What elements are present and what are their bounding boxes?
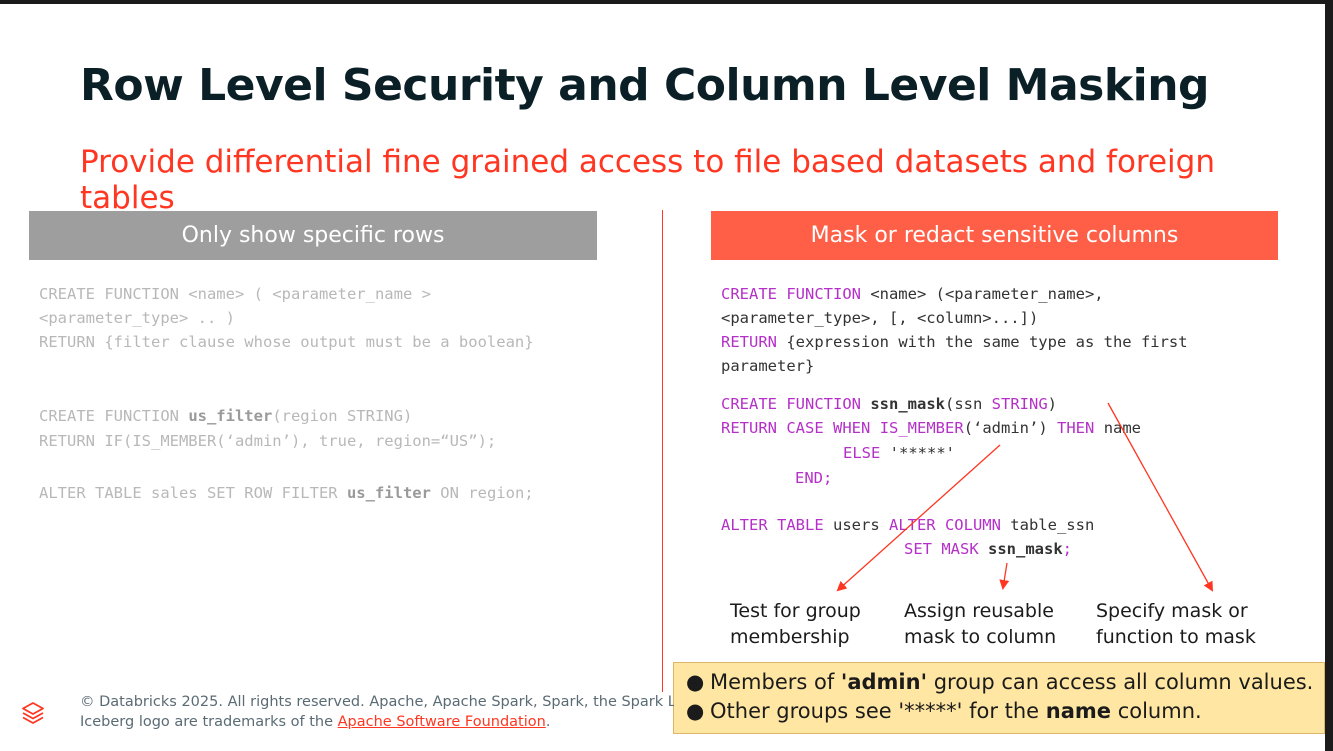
callout-line: function to mask	[1096, 626, 1256, 648]
arrow-group-membership	[836, 444, 1001, 592]
note-emphasis: 'admin'	[840, 670, 928, 694]
callout-group-membership: Test for group membership	[730, 598, 861, 650]
callout-line: Test for group	[730, 600, 861, 622]
callout-line: Assign reusable	[904, 600, 1054, 622]
apache-foundation-link[interactable]: Apache Software Foundation	[338, 714, 546, 730]
callout-line: Specify mask or	[1096, 600, 1248, 622]
note-bullet-1: ● Members of 'admin' group can access all…	[686, 668, 1314, 697]
databricks-logo-icon	[22, 702, 44, 724]
callout-assign-mask: Assign reusable mask to column	[904, 598, 1056, 650]
footer-text: .	[545, 714, 551, 730]
callout-specify-mask: Specify mask or function to mask	[1096, 598, 1256, 650]
note-box: ● Members of 'admin' group can access all…	[673, 662, 1325, 734]
arrow-assign-mask	[999, 562, 1010, 590]
bullet-icon: ●	[686, 699, 705, 723]
callout-line: membership	[730, 626, 850, 648]
bullet-icon: ●	[686, 670, 705, 694]
callout-line: mask to column	[904, 626, 1057, 648]
arrow-specify-mask	[1107, 402, 1213, 592]
note-text: Other groups see '*****' for the	[710, 699, 1046, 723]
note-text: Members of	[710, 670, 841, 694]
footer-line: © Databricks 2025. All rights reserved. …	[80, 694, 674, 710]
footer-line: Iceberg logo are trademarks of the Apach…	[80, 712, 674, 732]
note-text: column.	[1111, 699, 1202, 723]
footer-text: Iceberg logo are trademarks of the	[80, 714, 338, 730]
note-text: group can access all column values.	[927, 670, 1314, 694]
footer-copyright: © Databricks 2025. All rights reserved. …	[80, 692, 674, 736]
note-emphasis: name	[1045, 699, 1112, 723]
note-bullet-2: ● Other groups see '*****' for the name c…	[686, 697, 1314, 726]
